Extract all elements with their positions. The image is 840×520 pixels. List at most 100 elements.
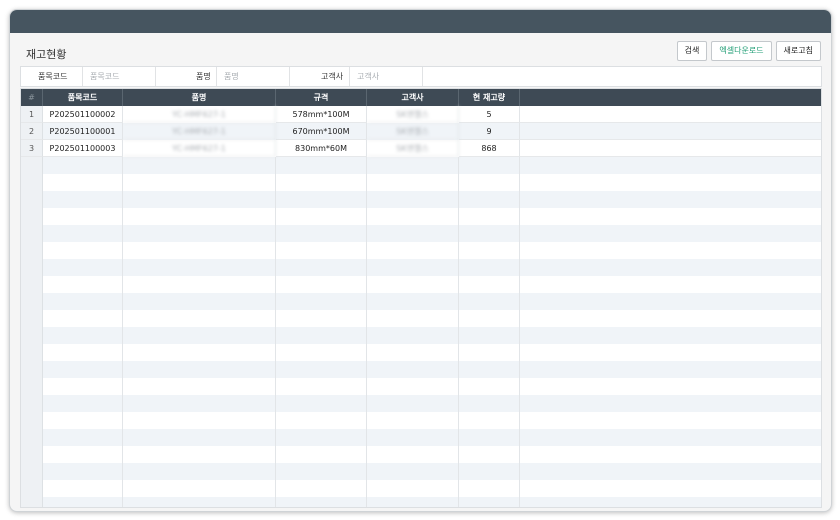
excel-download-button[interactable]: 엑셀다운로드 (711, 41, 772, 61)
empty-cell (43, 429, 123, 446)
row-index: 1 (21, 106, 43, 123)
empty-cell (21, 412, 43, 429)
empty-cell (276, 327, 367, 344)
empty-row (21, 344, 821, 361)
empty-cell (21, 310, 43, 327)
empty-cell (459, 497, 520, 507)
empty-cell (123, 310, 276, 327)
toolbar: 검색 엑셀다운로드 새로고침 (676, 41, 821, 61)
cell-item-name[interactable]: YC-HMF627-1 (123, 140, 276, 157)
empty-cell (43, 157, 123, 174)
column-header-item-name[interactable]: 품명 (123, 89, 276, 106)
cell-customer[interactable]: SK엔젤스 (367, 106, 459, 123)
empty-cell (123, 327, 276, 344)
customer-input[interactable] (349, 67, 423, 86)
empty-cell (276, 276, 367, 293)
empty-cell (276, 242, 367, 259)
empty-cell (123, 395, 276, 412)
empty-cell (43, 463, 123, 480)
empty-cell (367, 395, 459, 412)
empty-row (21, 446, 821, 463)
empty-row (21, 378, 821, 395)
cell-item-name[interactable]: YC-HMF627-1 (123, 123, 276, 140)
empty-cell (459, 259, 520, 276)
empty-cell (276, 157, 367, 174)
empty-cell (276, 191, 367, 208)
empty-cell (123, 157, 276, 174)
cell-item-code[interactable]: P202501100003 (43, 140, 123, 157)
empty-cell (123, 174, 276, 191)
column-header-item-code[interactable]: 품목코드 (43, 89, 123, 106)
empty-cell (43, 378, 123, 395)
cell-spec[interactable]: 670mm*100M (276, 123, 367, 140)
empty-cell (123, 191, 276, 208)
empty-cell (367, 463, 459, 480)
empty-cell (520, 412, 821, 429)
cell-stock-qty[interactable]: 868 (459, 140, 520, 157)
empty-cell (21, 242, 43, 259)
empty-cell (43, 327, 123, 344)
empty-cell (21, 480, 43, 497)
empty-cell (520, 344, 821, 361)
cell-spec[interactable]: 830mm*60M (276, 140, 367, 157)
grid-header: # 품목코드 품명 규격 고객사 현 재고량 (21, 89, 821, 106)
search-button[interactable]: 검색 (676, 41, 708, 61)
empty-cell (276, 344, 367, 361)
empty-cell (21, 395, 43, 412)
refresh-button[interactable]: 새로고침 (775, 41, 821, 61)
empty-cell (276, 361, 367, 378)
empty-cell (520, 446, 821, 463)
cell-item-name[interactable]: YC-HMF627-1 (123, 106, 276, 123)
empty-cell (123, 225, 276, 242)
empty-cell (276, 429, 367, 446)
cell-item-code[interactable]: P202501100002 (43, 106, 123, 123)
empty-cell (276, 225, 367, 242)
column-header-stock-qty[interactable]: 현 재고량 (459, 89, 520, 106)
empty-cell (43, 208, 123, 225)
empty-cell (123, 208, 276, 225)
empty-cell (459, 429, 520, 446)
empty-cell (459, 225, 520, 242)
cell-customer[interactable]: SK엔젤스 (367, 140, 459, 157)
empty-cell (276, 293, 367, 310)
empty-cell (520, 361, 821, 378)
table-row[interactable]: 3 P202501100003 YC-HMF627-1 830mm*60M SK… (21, 140, 821, 157)
customer-label: 고객사 (321, 72, 344, 81)
column-header-spec[interactable]: 규격 (276, 89, 367, 106)
empty-cell (276, 174, 367, 191)
empty-cell (276, 378, 367, 395)
empty-cell (21, 361, 43, 378)
empty-cell (520, 174, 821, 191)
table-row[interactable]: 1 P202501100002 YC-HMF627-1 578mm*100M S… (21, 106, 821, 123)
app-window: 재고현황 검색 엑셀다운로드 새로고침 품목코드 품명 고객사 # 품목코드 품… (9, 9, 832, 512)
empty-cell (276, 259, 367, 276)
cell-stock-qty[interactable]: 9 (459, 123, 520, 140)
cell-item-code[interactable]: P202501100001 (43, 123, 123, 140)
empty-cell (276, 497, 367, 507)
empty-row (21, 157, 821, 174)
empty-row (21, 395, 821, 412)
empty-row (21, 174, 821, 191)
empty-cell (123, 412, 276, 429)
empty-row (21, 293, 821, 310)
empty-cell (367, 157, 459, 174)
empty-cell (43, 310, 123, 327)
item-name-input[interactable] (216, 67, 290, 86)
empty-cell (276, 480, 367, 497)
empty-cell (459, 480, 520, 497)
cell-customer[interactable]: SK엔젤스 (367, 123, 459, 140)
empty-cell (520, 259, 821, 276)
column-header-index[interactable]: # (21, 89, 43, 106)
cell-filler (520, 106, 821, 123)
column-header-customer[interactable]: 고객사 (367, 89, 459, 106)
empty-cell (123, 480, 276, 497)
cell-spec[interactable]: 578mm*100M (276, 106, 367, 123)
empty-row (21, 412, 821, 429)
empty-cell (123, 378, 276, 395)
table-row[interactable]: 2 P202501100001 YC-HMF627-1 670mm*100M S… (21, 123, 821, 140)
item-code-input[interactable] (82, 67, 156, 86)
page-title: 재고현황 (26, 48, 67, 61)
empty-cell (43, 412, 123, 429)
cell-stock-qty[interactable]: 5 (459, 106, 520, 123)
empty-cell (459, 344, 520, 361)
